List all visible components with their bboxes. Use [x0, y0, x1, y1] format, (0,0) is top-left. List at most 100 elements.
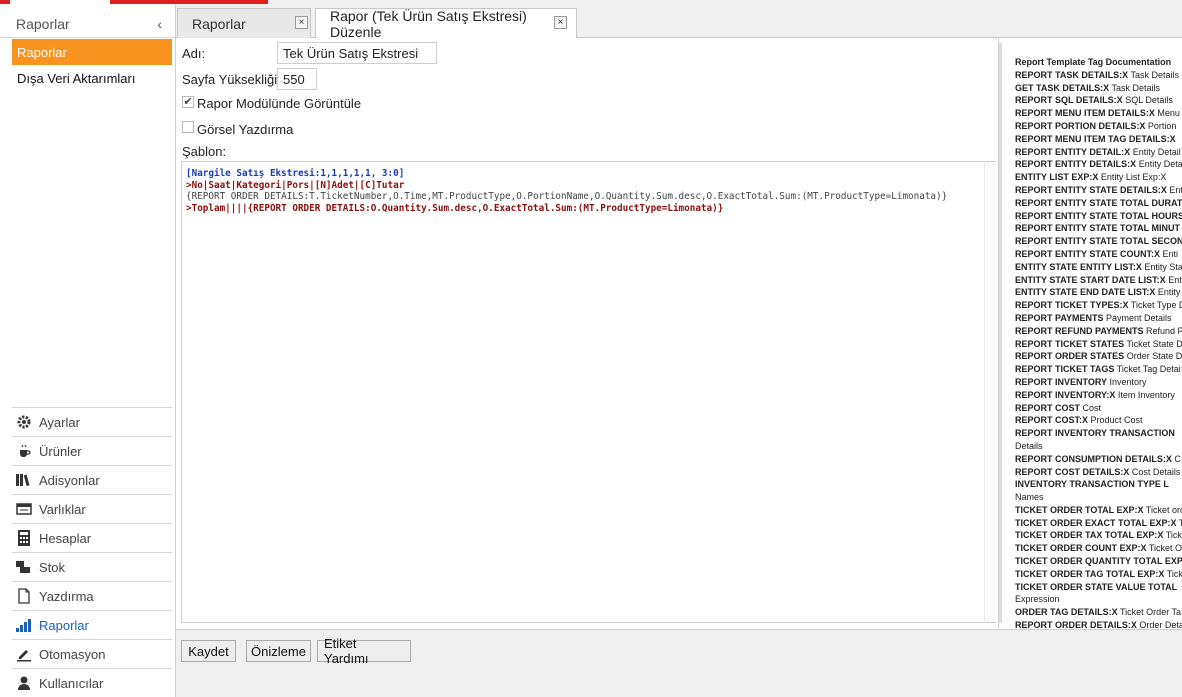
nav-item-accounts[interactable]: Hesaplar: [12, 523, 172, 552]
nav-item-entities[interactable]: Varlıklar: [12, 494, 172, 523]
user-icon: [15, 674, 33, 692]
doc-tag: TICKET ORDER TOTAL EXP:X: [1015, 504, 1144, 515]
template-editor[interactable]: [Nargile Satış Ekstresi:1,1,1,1,1, 3:0] >…: [181, 161, 996, 623]
name-input[interactable]: Tek Ürün Satış Ekstresi: [277, 42, 437, 64]
doc-tag: REPORT ENTITY DETAILS:X: [1015, 159, 1137, 170]
tab-bar: Raporlar × Rapor (Tek Ürün Satış Ekstres…: [176, 8, 1182, 40]
doc-description: C: [1174, 453, 1181, 464]
doc-entry: REPORT REFUND PAYMENTS Refund P: [1015, 325, 1182, 338]
doc-entry: REPORT CONSUMPTION DETAILS:X C: [1015, 453, 1182, 466]
doc-tag: REPORT ENTITY STATE COUNT:X: [1015, 248, 1161, 259]
doc-description: Names: [1015, 492, 1044, 503]
doc-description: Inventory: [1109, 376, 1147, 387]
nav-item-label: Varlıklar: [39, 501, 86, 517]
doc-tag: REPORT PORTION DETAILS:X: [1015, 120, 1146, 131]
doc-description: Ticket State D: [1126, 338, 1182, 349]
nav-item-label: Ayarlar: [39, 414, 80, 430]
doc-tag: ENTITY STATE START DATE LIST:X: [1015, 274, 1166, 285]
editor-scrollbar[interactable]: [984, 162, 996, 622]
doc-entry: REPORT SQL DETAILS:X SQL Details: [1015, 94, 1182, 107]
doc-entry: Details: [1015, 440, 1182, 453]
nav-item-label: Otomasyon: [39, 646, 106, 662]
doc-tag: TICKET ORDER COUNT EXP:X: [1015, 543, 1147, 554]
doc-description: Task Details: [1111, 82, 1161, 93]
doc-entry: REPORT ENTITY DETAIL:X Entity Detail: [1015, 146, 1182, 159]
doc-entry: REPORT COST Cost: [1015, 402, 1182, 415]
doc-entry: Report Template Tag Documentation: [1015, 56, 1182, 69]
doc-description: Ticket Order Ta: [1120, 607, 1182, 618]
doc-tag: REPORT SQL DETAILS:X: [1015, 95, 1123, 106]
doc-tag: REPORT COST:X: [1015, 415, 1089, 426]
nav-item-settings[interactable]: Ayarlar: [12, 407, 172, 436]
nav-item-products[interactable]: Ürünler: [12, 436, 172, 465]
doc-tag: REPORT COST DETAILS:X: [1015, 466, 1130, 477]
preview-button[interactable]: Önizleme: [246, 640, 311, 662]
coffee-icon: [15, 442, 33, 460]
collapse-chevron-icon[interactable]: ‹: [157, 16, 162, 32]
sidebar-item-label: Raporlar: [17, 44, 67, 60]
tab-label: Rapor (Tek Ürün Satış Ekstresi) Düzenle: [330, 8, 527, 40]
page-height-input[interactable]: 550: [277, 68, 317, 90]
doc-tag: TICKET ORDER STATE VALUE TOTAL: [1015, 581, 1178, 592]
doc-entry: REPORT PAYMENTS Payment Details: [1015, 312, 1182, 325]
save-button[interactable]: Kaydet: [181, 640, 236, 662]
doc-description: Details: [1015, 440, 1043, 451]
doc-description: Ticket Type D: [1130, 300, 1182, 311]
doc-tag: ENTITY STATE END DATE LIST:X: [1015, 287, 1156, 298]
nav-item-users[interactable]: Kullanıcılar: [12, 668, 172, 697]
document-icon: [15, 587, 33, 605]
doc-entry: REPORT COST DETAILS:X Cost Details: [1015, 466, 1182, 479]
nav-item-label: Hesaplar: [39, 530, 92, 546]
doc-tag: REPORT ORDER DETAILS:X: [1015, 620, 1137, 628]
visual-print-checkbox[interactable]: [182, 121, 194, 133]
doc-entry: REPORT TICKET STATES Ticket State D: [1015, 338, 1182, 351]
doc-tag: INVENTORY TRANSACTION TYPE L: [1015, 479, 1169, 490]
nav-item-label: Raporlar: [39, 617, 89, 633]
sidebar-item-raporlar[interactable]: Raporlar: [12, 39, 172, 65]
close-icon[interactable]: ×: [295, 16, 308, 29]
doc-entry: REPORT INVENTORY:X Item Inventory: [1015, 389, 1182, 402]
doc-tag: REPORT TICKET STATES: [1015, 338, 1125, 349]
nav-item-stock[interactable]: Stok: [12, 552, 172, 581]
doc-entry: TICKET ORDER COUNT EXP:X Ticket O: [1015, 542, 1182, 555]
name-label: Adı:: [182, 46, 206, 61]
template-line: [Nargile Satış Ekstresi:1,1,1,1,1, 3:0]: [186, 168, 405, 179]
sidebar-item-data-exports[interactable]: Dışa Veri Aktarımları: [12, 65, 172, 91]
nav-item-label: Yazdırma: [39, 588, 94, 604]
tab-label: Raporlar: [192, 15, 246, 32]
tab-reports[interactable]: Raporlar ×: [177, 8, 311, 38]
doc-tag: REPORT ENTITY STATE TOTAL DURAT: [1015, 197, 1182, 208]
doc-entry: REPORT ENTITY STATE COUNT:X Enti: [1015, 248, 1182, 261]
module-nav: Ayarlar Ürünler Adisyonlar Varlıklar Hes…: [12, 407, 172, 697]
close-icon[interactable]: ×: [554, 16, 567, 29]
doc-description: Order Deta: [1139, 620, 1182, 628]
gear-icon: [15, 413, 33, 431]
doc-scrollbar[interactable]: [999, 43, 1002, 623]
template-line: >No|Saat|Kategori|Pors|[N]Adet|[C]Tutar: [186, 179, 405, 191]
doc-tag: REPORT ENTITY STATE TOTAL MINUT: [1015, 223, 1181, 234]
doc-description: Menu: [1157, 108, 1180, 119]
doc-entry: INVENTORY TRANSACTION TYPE L: [1015, 478, 1182, 491]
doc-tag: ENTITY LIST EXP:X: [1015, 172, 1099, 183]
table-icon: [15, 500, 33, 518]
tab-edit-report[interactable]: Rapor (Tek Ürün Satış Ekstresi) Düzenle …: [315, 8, 577, 40]
doc-tag: REPORT ENTITY DETAIL:X: [1015, 146, 1131, 157]
tag-help-button[interactable]: Etiket Yardımı: [317, 636, 411, 666]
sidebar-item-label: Dışa Veri Aktarımları: [17, 70, 136, 86]
doc-entry: REPORT TASK DETAILS:X Task Details: [1015, 69, 1182, 82]
nav-item-label: Ürünler: [39, 443, 82, 459]
doc-tag: REPORT TICKET TAGS: [1015, 364, 1115, 375]
template-line: {REPORT ORDER DETAILS:T.TicketNumber,O.T…: [186, 191, 948, 203]
bar-chart-icon: [15, 616, 33, 634]
nav-item-tickets[interactable]: Adisyonlar: [12, 465, 172, 494]
nav-item-automation[interactable]: Otomasyon: [12, 639, 172, 668]
doc-description: Ticket ord: [1145, 504, 1182, 515]
doc-tag: GET TASK DETAILS:X: [1015, 82, 1110, 93]
visual-print-label: Görsel Yazdırma: [197, 122, 294, 137]
doc-entry: REPORT COST:X Product Cost: [1015, 414, 1182, 427]
nav-item-reports[interactable]: Raporlar: [12, 610, 172, 639]
nav-item-printing[interactable]: Yazdırma: [12, 581, 172, 610]
show-in-module-checkbox[interactable]: ✔: [182, 96, 194, 108]
doc-tag: TICKET ORDER EXACT TOTAL EXP:X: [1015, 517, 1177, 528]
doc-entry: REPORT ENTITY STATE DETAILS:X Ent: [1015, 184, 1182, 197]
